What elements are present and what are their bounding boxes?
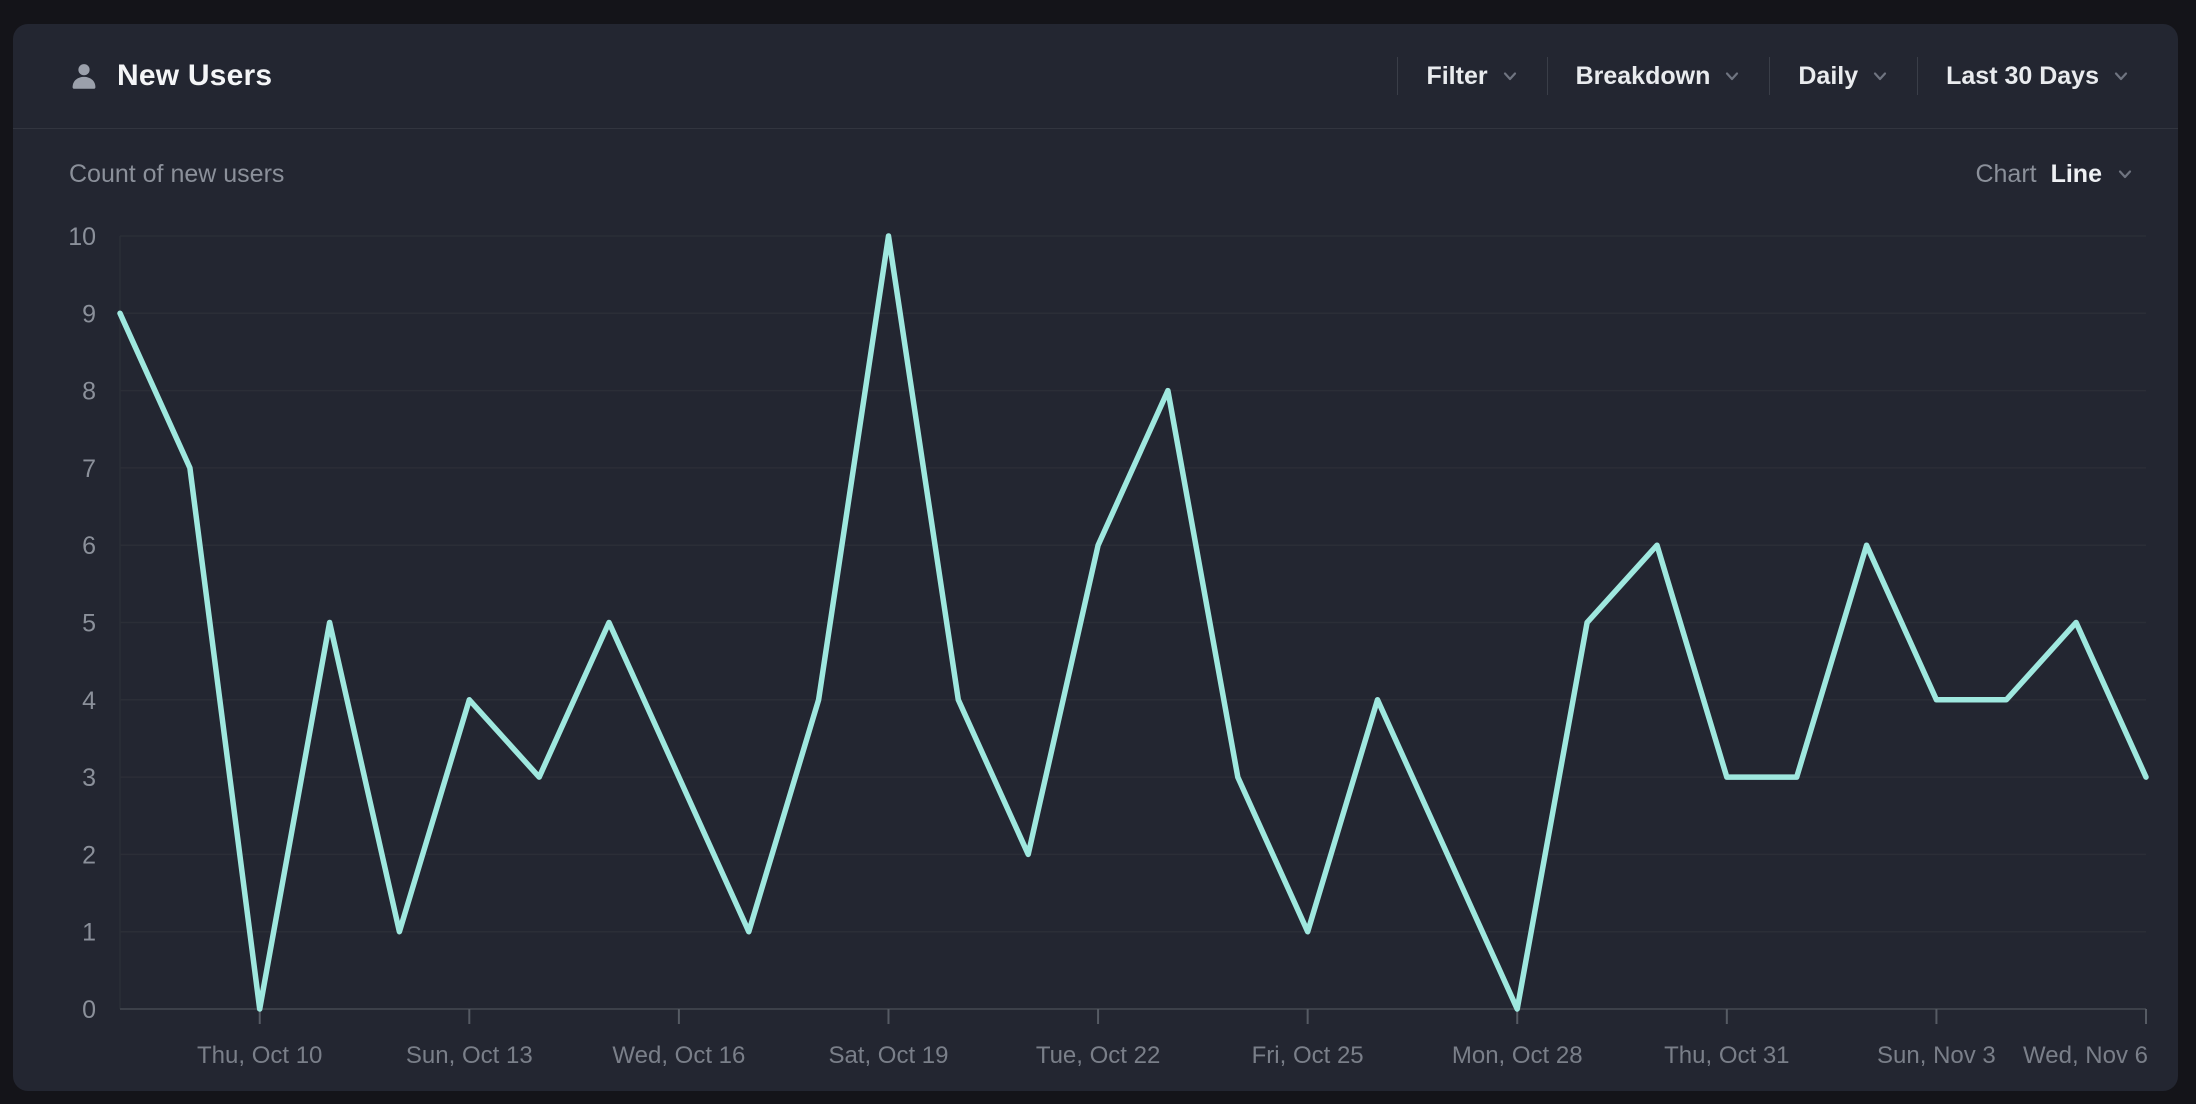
- y-axis-tick-label: 5: [82, 610, 96, 638]
- x-axis-tick-label: Mon, Oct 28: [1452, 1042, 1583, 1069]
- y-axis-tick-label: 8: [82, 378, 96, 406]
- x-axis-tick-label: Thu, Oct 31: [1664, 1042, 1789, 1069]
- x-axis-tick-label: Wed, Oct 16: [612, 1042, 745, 1069]
- x-axis-tick-label: Sat, Oct 19: [828, 1042, 948, 1069]
- x-axis-tick-label: Tue, Oct 22: [1036, 1042, 1161, 1069]
- y-axis-tick-label: 4: [82, 687, 96, 715]
- y-axis-tick-label: 10: [68, 223, 96, 251]
- y-axis-tick-label: 6: [82, 532, 96, 560]
- x-axis-tick-label: Thu, Oct 10: [197, 1042, 322, 1069]
- y-axis-tick-label: 1: [82, 919, 96, 947]
- page: { "header": { "title": "New Users", "ico…: [0, 0, 2196, 1104]
- y-axis-tick-label: 2: [82, 841, 96, 869]
- new-users-widget: New Users Filter Breakdown Daily Last 30…: [13, 24, 2178, 1091]
- line-chart[interactable]: 0 1 2 3 4 5 6 7 8 9 10 Thu, Oct 10 Sun, Oct 13 Wed, O…: [13, 24, 2178, 1091]
- y-axis-tick-label: 9: [82, 300, 96, 328]
- x-axis-tick-label: Sun, Nov 3: [1877, 1042, 1996, 1069]
- y-axis-tick-label: 3: [82, 764, 96, 792]
- y-axis-tick-label: 7: [82, 455, 96, 483]
- x-axis-tick-label: Sun, Oct 13: [406, 1042, 533, 1069]
- x-axis-tick-label: Fri, Oct 25: [1252, 1042, 1364, 1069]
- x-axis-tick-label: Wed, Nov 6: [2023, 1042, 2148, 1069]
- y-axis-tick-label: 0: [82, 996, 96, 1024]
